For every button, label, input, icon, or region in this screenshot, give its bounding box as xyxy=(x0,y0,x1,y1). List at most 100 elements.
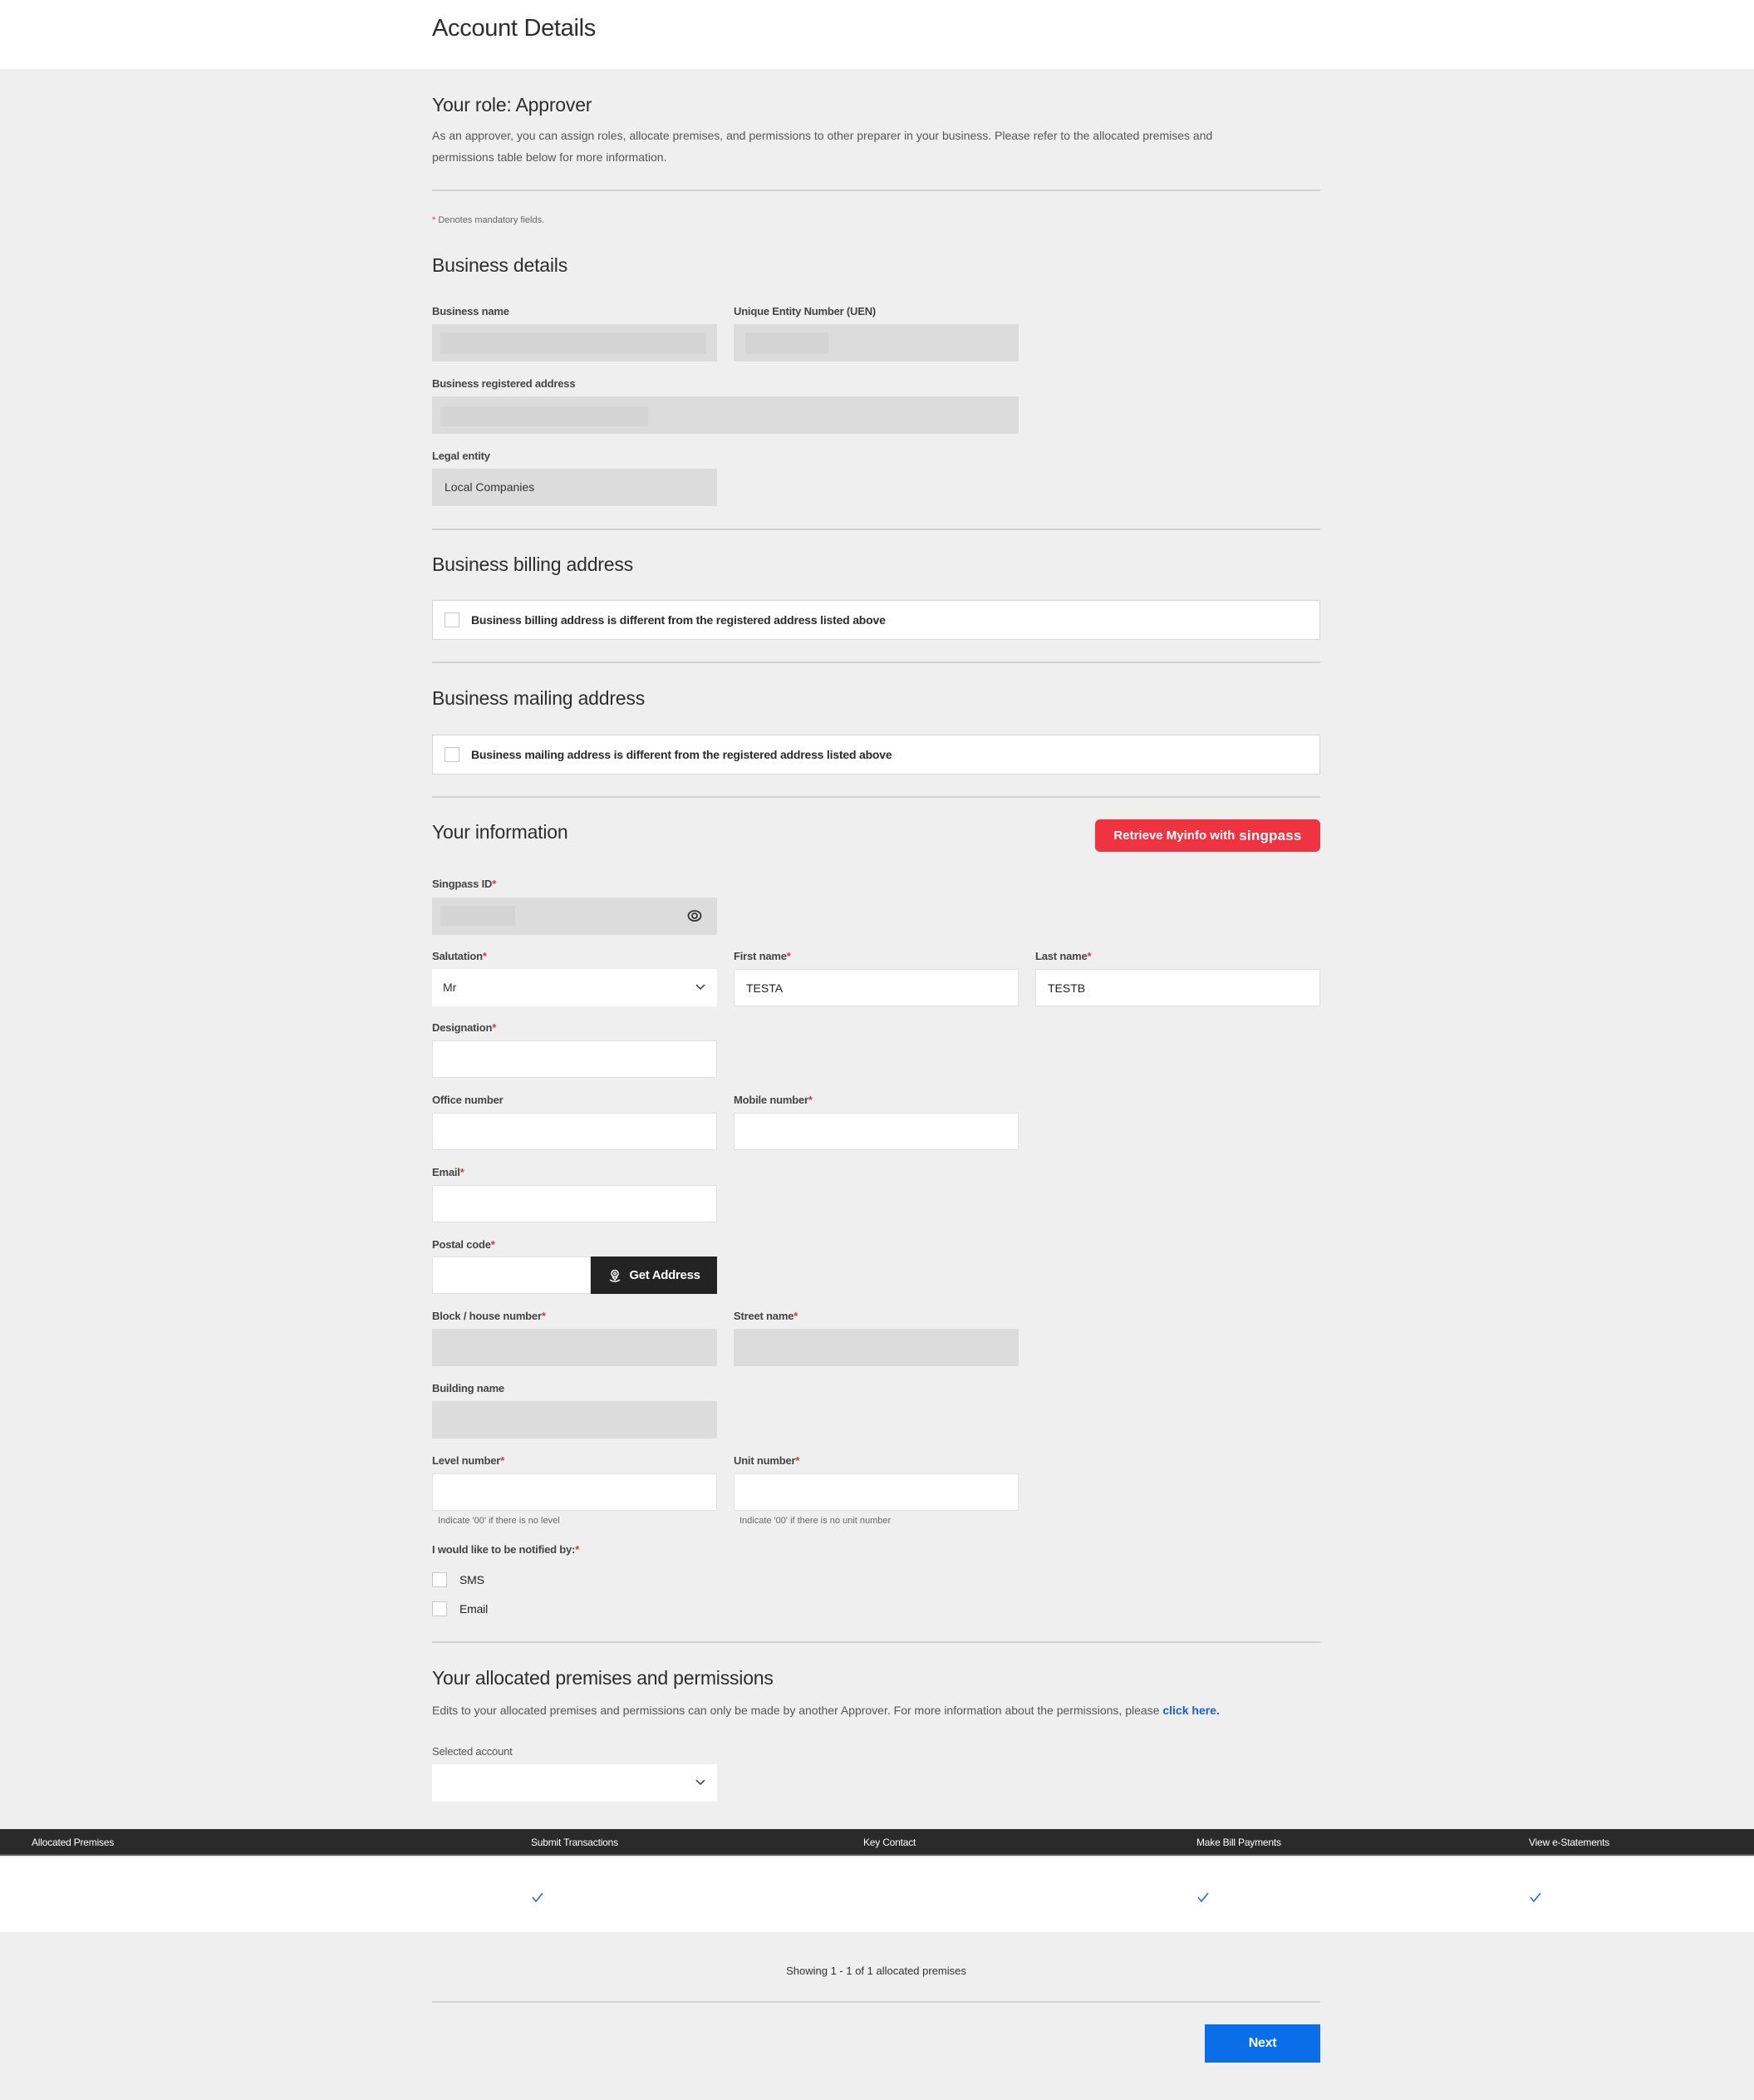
chevron-down-icon xyxy=(695,984,705,991)
first-name-input[interactable] xyxy=(735,970,1018,1006)
mailing-different-option[interactable]: Business mailing address is different fr… xyxy=(432,735,1320,775)
registered-address-label: Business registered address xyxy=(432,377,576,390)
postal-code-label-text: Postal code xyxy=(432,1238,491,1251)
required-asterisk: * xyxy=(492,1021,497,1034)
click-here-link[interactable]: click here. xyxy=(1162,1704,1220,1717)
notify-email-checkbox[interactable] xyxy=(432,1601,447,1616)
salutation-value: Mr xyxy=(443,981,457,994)
selected-account-select[interactable] xyxy=(432,1764,717,1802)
email-field[interactable] xyxy=(432,1185,717,1222)
billing-different-label[interactable]: Business billing address is different fr… xyxy=(471,613,886,627)
mobile-number-label-text: Mobile number xyxy=(734,1094,808,1106)
notify-sms-checkbox[interactable] xyxy=(432,1572,447,1587)
premises-description-text: Edits to your allocated premises and per… xyxy=(432,1704,1163,1717)
business-name-label: Business name xyxy=(432,305,509,317)
block-field xyxy=(432,1329,717,1366)
designation-input[interactable] xyxy=(433,1041,716,1077)
email-label-text: Email xyxy=(432,1166,460,1178)
level-input[interactable] xyxy=(433,1474,716,1510)
notify-label-text: I would like to be notified by: xyxy=(432,1543,576,1556)
retrieve-myinfo-label: Retrieve Myinfo with xyxy=(1113,829,1236,843)
mobile-number-label: Mobile number* xyxy=(734,1094,813,1106)
designation-field[interactable] xyxy=(432,1040,717,1078)
mobile-number-input[interactable] xyxy=(735,1114,1018,1149)
divider xyxy=(432,529,1320,530)
redacted-value xyxy=(440,406,648,426)
mailing-different-checkbox[interactable] xyxy=(445,747,459,762)
divider xyxy=(432,796,1320,798)
required-asterisk: * xyxy=(793,1310,798,1322)
street-label: Street name* xyxy=(734,1310,798,1322)
level-label-text: Level number xyxy=(432,1454,501,1467)
required-asterisk: * xyxy=(808,1094,813,1106)
building-field xyxy=(432,1401,717,1439)
email-input[interactable] xyxy=(433,1186,716,1222)
business-name-field xyxy=(432,324,717,361)
business-details-heading: Business details xyxy=(432,254,567,276)
postal-code-field[interactable] xyxy=(432,1257,591,1294)
unit-field[interactable] xyxy=(734,1473,1019,1511)
notify-sms-label[interactable]: SMS xyxy=(459,1573,484,1586)
mailing-different-label[interactable]: Business mailing address is different fr… xyxy=(471,748,892,761)
salutation-label: Salutation* xyxy=(432,950,487,962)
level-hint: Indicate '00' if there is no level xyxy=(438,1516,560,1526)
singpass-id-label: Singpass ID* xyxy=(432,878,496,890)
first-name-field[interactable] xyxy=(734,969,1019,1006)
eye-icon[interactable] xyxy=(687,909,702,922)
postal-code-input[interactable] xyxy=(433,1257,590,1293)
redacted-value xyxy=(440,906,515,926)
required-asterisk: * xyxy=(492,878,497,890)
uen-field xyxy=(734,324,1019,361)
retrieve-myinfo-singpass-button[interactable]: Retrieve Myinfo with singpass xyxy=(1095,819,1320,852)
unit-input[interactable] xyxy=(735,1474,1018,1510)
postal-code-label: Postal code* xyxy=(432,1238,495,1251)
check-icon xyxy=(1197,1892,1209,1903)
column-make-bill-payments: Make Bill Payments xyxy=(1196,1837,1281,1848)
required-asterisk: * xyxy=(1087,950,1092,962)
billing-different-checkbox[interactable] xyxy=(445,612,459,627)
premises-description: Edits to your allocated premises and per… xyxy=(432,1699,1320,1721)
level-label: Level number* xyxy=(432,1454,504,1467)
mobile-number-field[interactable] xyxy=(734,1113,1019,1150)
required-asterisk: * xyxy=(575,1543,580,1556)
divider xyxy=(432,2001,1320,2003)
notify-sms-option[interactable]: SMS xyxy=(432,1571,515,1590)
pagination-summary: Showing 1 - 1 of 1 allocated premises xyxy=(786,1965,966,1977)
legal-entity-value: Local Companies xyxy=(445,480,535,494)
required-asterisk: * xyxy=(500,1454,504,1467)
page-header: Account Details xyxy=(0,0,1754,69)
notify-email-label[interactable]: Email xyxy=(459,1602,488,1616)
your-information-heading: Your information xyxy=(432,821,568,843)
last-name-input[interactable] xyxy=(1036,970,1319,1006)
column-allocated-premises: Allocated Premises xyxy=(32,1837,115,1848)
email-label: Email* xyxy=(432,1166,464,1178)
notify-email-option[interactable]: Email xyxy=(432,1601,515,1619)
registered-address-field xyxy=(432,396,1019,434)
get-address-button[interactable]: Get Address xyxy=(591,1257,717,1294)
mailing-heading: Business mailing address xyxy=(432,687,645,709)
check-icon xyxy=(1530,1892,1541,1903)
check-icon xyxy=(532,1892,543,1903)
role-heading: Your role: Approver xyxy=(432,94,592,116)
required-asterisk: * xyxy=(795,1454,800,1467)
premises-table-header: Allocated Premises Submit Transactions K… xyxy=(0,1829,1754,1856)
divider xyxy=(432,189,1320,191)
designation-label: Designation* xyxy=(432,1021,496,1034)
uen-label: Unique Entity Number (UEN) xyxy=(734,305,877,317)
selected-account-label: Selected account xyxy=(432,1745,513,1758)
office-number-label: Office number xyxy=(432,1094,504,1106)
office-number-input[interactable] xyxy=(433,1114,716,1149)
next-button[interactable]: Next xyxy=(1205,2024,1320,2063)
office-number-field[interactable] xyxy=(432,1113,717,1150)
page-title: Account Details xyxy=(432,15,596,42)
last-name-field[interactable] xyxy=(1035,969,1320,1006)
divider xyxy=(432,1641,1320,1643)
salutation-select[interactable]: Mr xyxy=(432,969,717,1006)
singpass-id-label-text: Singpass ID xyxy=(432,878,493,890)
designation-label-text: Designation xyxy=(432,1021,493,1034)
block-label: Block / house number* xyxy=(432,1310,546,1322)
level-field[interactable] xyxy=(432,1473,717,1511)
required-asterisk: * xyxy=(786,950,791,962)
billing-different-option[interactable]: Business billing address is different fr… xyxy=(432,600,1320,640)
mandatory-note-text: Denotes mandatory fields. xyxy=(435,215,545,225)
